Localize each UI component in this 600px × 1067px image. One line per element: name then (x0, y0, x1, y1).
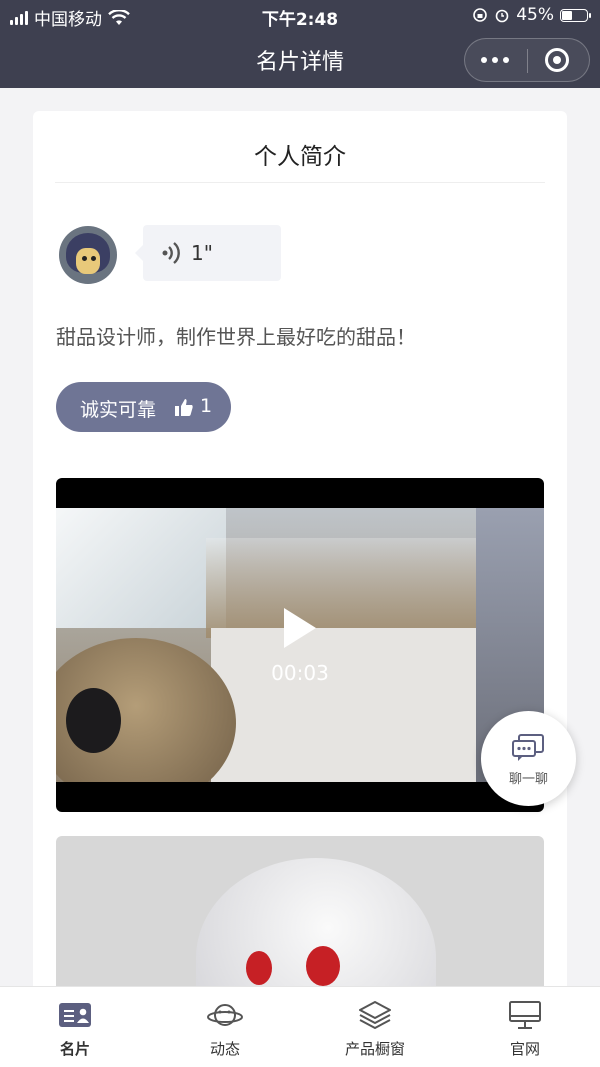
mini-program-capsule (464, 38, 590, 82)
battery-percent: 45% (516, 5, 554, 25)
divider (55, 182, 545, 183)
tab-label: 动态 (209, 1040, 240, 1058)
tab-moments[interactable]: 动态 (150, 987, 300, 1067)
bio-text: 甜品设计师，制作世界上最好吃的甜品！ (56, 325, 416, 349)
monitor-icon (509, 1001, 541, 1029)
chat-bubble-icon (512, 734, 544, 761)
tab-website[interactable]: 官网 (450, 987, 600, 1067)
thumbs-up-icon (175, 399, 193, 416)
chat-label: 聊一聊 (508, 772, 548, 787)
tab-label: 产品橱窗 (344, 1040, 405, 1058)
tab-products[interactable]: 产品橱窗 (300, 987, 450, 1067)
battery-icon (560, 8, 591, 22)
rotation-lock-icon (473, 8, 488, 22)
video-duration: 00:03 (271, 661, 329, 685)
gallery-image[interactable] (56, 836, 544, 1011)
layers-icon (359, 1001, 391, 1029)
planet-icon (207, 1004, 243, 1026)
status-bar: 中国移动 下午2:48 45% (0, 0, 600, 30)
voice-message[interactable]: 1" (135, 225, 281, 281)
play-icon[interactable] (284, 608, 316, 648)
battery-fill (562, 10, 572, 20)
tag-like-count: 1 (200, 395, 213, 417)
chat-button[interactable]: 聊一聊 (481, 711, 576, 806)
close-target-icon[interactable] (545, 48, 569, 72)
video-player[interactable]: 00:03 (56, 478, 544, 812)
tag-label: 诚实可靠 (80, 399, 157, 421)
alarm-icon (495, 9, 509, 23)
tab-card[interactable]: 名片 (0, 987, 150, 1067)
voice-duration: 1" (191, 241, 213, 265)
avatar[interactable] (59, 226, 117, 284)
more-icon[interactable] (481, 57, 509, 63)
tab-label: 名片 (59, 1040, 90, 1058)
card-icon (59, 1003, 91, 1027)
profile-card: 个人简介 1" 甜品设计师，制作世界上最好吃的甜品！ 诚实可靠 1 00:03 (33, 111, 567, 1011)
nav-bar: 名片详情 (0, 30, 600, 88)
status-right: 45% (472, 5, 591, 25)
tab-label: 官网 (509, 1040, 540, 1058)
capsule-divider (527, 49, 528, 73)
section-title: 个人简介 (254, 144, 346, 170)
voice-wave-icon (162, 242, 180, 264)
tag-badge[interactable]: 诚实可靠 1 (56, 382, 231, 432)
tab-bar: 名片 动态 产品橱窗 官网 (0, 986, 600, 1067)
